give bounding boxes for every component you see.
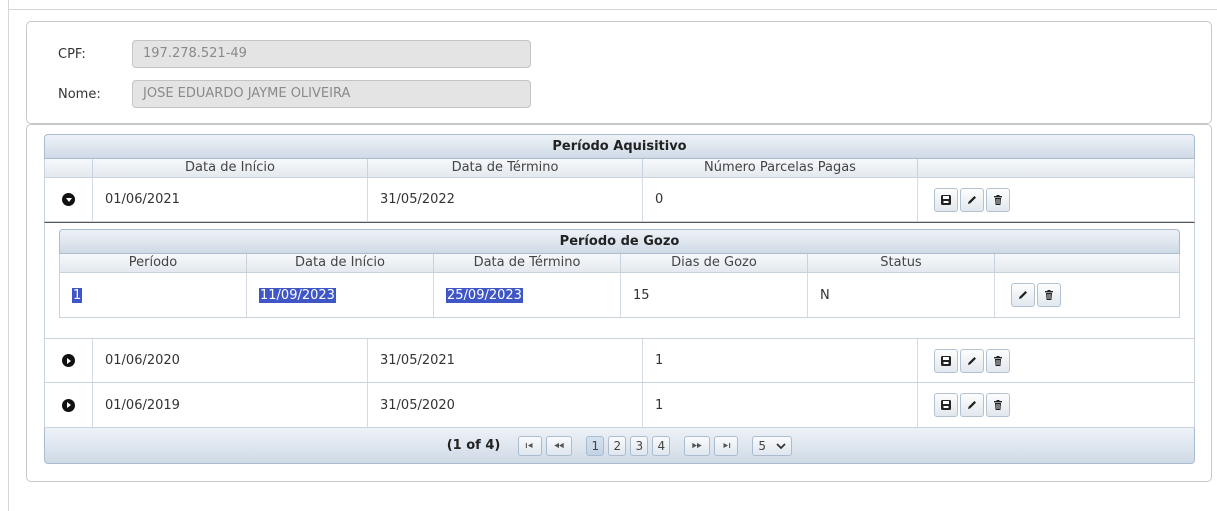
row-actions (918, 383, 1194, 427)
pencil-icon (1019, 291, 1027, 299)
gozo-delete-button[interactable] (1037, 283, 1061, 307)
last-page-button[interactable] (714, 435, 739, 456)
gozo-actions-column-header (995, 254, 1179, 273)
gozo-inicio-value: 11/09/2023 (259, 287, 336, 303)
last-page-icon (723, 443, 731, 448)
person-form-panel: CPF: 197.278.521-49 Nome: JOSE EDUARDO J… (26, 21, 1212, 124)
delete-button[interactable] (986, 187, 1010, 212)
periodo-aquisitivo-table: Período Aquisitivo Data de Início Data d… (44, 134, 1195, 464)
paginator: (1 of 4) 1 2 3 4 5 (44, 428, 1195, 464)
gozo-termino-value: 25/09/2023 (446, 287, 523, 303)
gozo-header-row: Período Data de Início Data de Término D… (59, 254, 1180, 273)
toggler-column-header (45, 159, 93, 178)
row-actions (918, 178, 1194, 221)
column-header-data-termino[interactable]: Data de Término (368, 159, 643, 178)
gozo-column-header-data-termino[interactable]: Data de Término (434, 254, 621, 273)
save-icon (941, 400, 951, 410)
column-header-parcelas[interactable]: Número Parcelas Pagas (643, 159, 918, 178)
page-3-button[interactable]: 3 (630, 435, 649, 456)
prev-page-icon (554, 442, 565, 449)
table-row[interactable]: 01/06/2021 31/05/2022 0 (44, 178, 1195, 222)
table-header-row: Data de Início Data de Término Número Pa… (44, 159, 1195, 178)
save-button[interactable] (934, 393, 958, 417)
next-page-button[interactable] (684, 435, 711, 456)
table-row[interactable]: 01/06/2020 31/05/2021 1 (44, 339, 1195, 383)
save-icon (941, 355, 951, 366)
gozo-periodo-value: 1 (72, 287, 83, 303)
gozo-column-header-status[interactable]: Status (808, 254, 995, 273)
delete-button[interactable] (986, 393, 1010, 417)
gozo-cell-periodo: 1 (60, 273, 247, 317)
rows-per-page-dropdown[interactable]: 5 (752, 435, 793, 456)
cell-data-inicio: 01/06/2021 (93, 178, 368, 221)
cell-parcelas: 1 (643, 339, 918, 382)
expand-row-icon[interactable] (62, 398, 75, 412)
gozo-edit-button[interactable] (1011, 283, 1035, 307)
row-toggler-cell (45, 339, 93, 382)
table-row[interactable]: 01/06/2019 31/05/2020 1 (44, 383, 1195, 428)
save-button[interactable] (934, 187, 958, 212)
gozo-row-actions (995, 273, 1179, 317)
save-icon (941, 194, 951, 205)
save-button[interactable] (934, 348, 958, 373)
cpf-row: CPF: 197.278.521-49 (27, 40, 627, 68)
frame-left-border (8, 0, 9, 511)
delete-button[interactable] (986, 348, 1010, 373)
row-toggler-cell (45, 178, 93, 221)
page-4-button[interactable]: 4 (652, 435, 671, 456)
gozo-column-header-data-inicio[interactable]: Data de Início (247, 254, 434, 273)
gozo-cell-dias: 15 (621, 273, 808, 317)
nome-field[interactable]: JOSE EDUARDO JAYME OLIVEIRA (132, 80, 531, 108)
trash-icon (994, 194, 1002, 205)
cpf-field[interactable]: 197.278.521-49 (132, 40, 531, 68)
cell-data-inicio: 01/06/2019 (93, 383, 368, 427)
gozo-cell-data-inicio: 11/09/2023 (247, 273, 434, 317)
row-toggler-cell (45, 383, 93, 427)
trash-icon (1045, 290, 1053, 300)
pencil-icon (968, 195, 976, 204)
gozo-table-row[interactable]: 1 11/09/2023 25/09/2023 15 N (59, 273, 1180, 318)
nome-label: Nome: (58, 87, 101, 102)
cell-parcelas: 1 (643, 383, 918, 427)
gozo-cell-data-termino: 25/09/2023 (434, 273, 621, 317)
cell-data-termino: 31/05/2021 (368, 339, 643, 382)
pencil-icon (968, 401, 976, 409)
cell-parcelas: 0 (643, 178, 918, 221)
table-title: Período Aquisitivo (44, 134, 1195, 159)
column-header-data-inicio[interactable]: Data de Início (93, 159, 368, 178)
page-2-button[interactable]: 2 (608, 435, 627, 456)
page-report: (1 of 4) (446, 438, 501, 453)
rows-per-page-value: 5 (758, 438, 766, 453)
collapse-row-icon[interactable] (62, 193, 75, 206)
first-page-icon (526, 443, 533, 448)
cell-data-termino: 31/05/2022 (368, 178, 643, 221)
row-actions (918, 339, 1194, 382)
pencil-icon (968, 356, 976, 365)
row-expansion: Período de Gozo Período Data de Início D… (44, 222, 1195, 339)
gozo-column-header-dias[interactable]: Dias de Gozo (621, 254, 808, 273)
page-1-button[interactable]: 1 (586, 435, 605, 456)
gozo-column-header-periodo[interactable]: Período (60, 254, 247, 273)
chevron-down-icon (776, 442, 786, 449)
next-page-icon (692, 442, 703, 449)
edit-button[interactable] (960, 348, 984, 373)
cell-data-termino: 31/05/2020 (368, 383, 643, 427)
frame-top-border (8, 9, 1217, 10)
nome-row: Nome: JOSE EDUARDO JAYME OLIVEIRA (27, 80, 627, 108)
expand-row-icon[interactable] (62, 354, 75, 367)
cell-data-inicio: 01/06/2020 (93, 339, 368, 382)
gozo-cell-status: N (808, 273, 995, 317)
cpf-label: CPF: (58, 47, 86, 62)
edit-button[interactable] (960, 393, 984, 417)
actions-column-header (918, 159, 1194, 178)
prev-page-button[interactable] (546, 435, 573, 456)
trash-icon (994, 355, 1002, 366)
first-page-button[interactable] (518, 435, 543, 456)
trash-icon (994, 400, 1002, 410)
edit-button[interactable] (960, 187, 984, 212)
gozo-table-title: Período de Gozo (59, 229, 1180, 254)
